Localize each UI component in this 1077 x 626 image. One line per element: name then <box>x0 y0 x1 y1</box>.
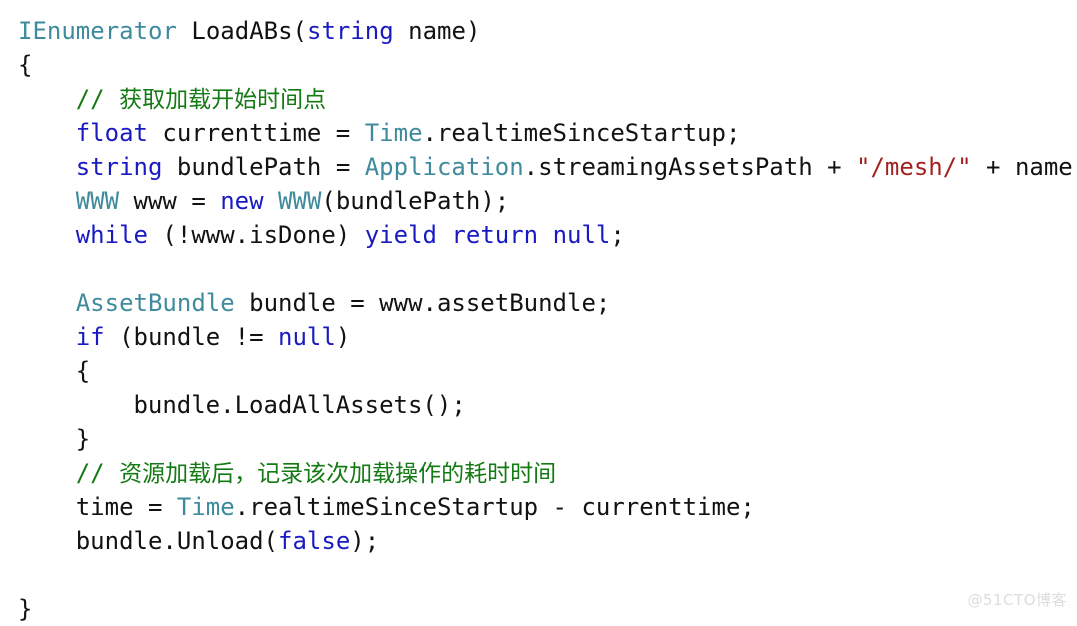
code-line: { <box>18 48 1077 82</box>
code-token-keyword: if <box>75 323 105 351</box>
code-token-plain: name <box>393 17 466 45</box>
code-line: while (!www.isDone) yield return null; <box>18 218 1077 252</box>
code-token-keyword: false <box>278 527 351 555</box>
code-token-keyword: null <box>552 221 611 249</box>
code-token-keyword: float <box>75 119 148 147</box>
code-line: string bundlePath = Application.streamin… <box>18 150 1077 184</box>
code-token-plain: LoadABs <box>176 17 293 45</box>
code-token-punct: ) <box>465 17 481 45</box>
code-line: // 资源加载后，记录该次加载操作的耗时时间 <box>18 456 1077 490</box>
code-line: // 获取加载开始时间点 <box>18 82 1077 116</box>
code-line: bundle.Unload(false); <box>18 524 1077 558</box>
code-token-plain: ); <box>350 527 380 555</box>
code-token-keyword: string <box>75 153 163 181</box>
code-token-type: Time <box>364 119 423 147</box>
code-token-plain: bundle.Unload( <box>75 527 279 555</box>
code-token-plain: (bundlePath); <box>321 187 510 215</box>
code-line: IEnumerator LoadABs(string name) <box>18 14 1077 48</box>
code-token-plain: www = <box>119 187 221 215</box>
code-token-type: IEnumerator <box>18 17 177 45</box>
code-line: if (bundle != null) <box>18 320 1077 354</box>
code-token-plain: currenttime = <box>147 119 365 147</box>
code-token-punct: { <box>18 51 33 79</box>
code-line: bundle.LoadAllAssets(); <box>18 388 1077 422</box>
code-line: } <box>18 422 1077 456</box>
code-token-plain: .streamingAssetsPath + <box>523 153 857 181</box>
code-line: float currenttime = Time.realtimeSinceSt… <box>18 116 1077 150</box>
code-token-keyword: new <box>220 187 264 215</box>
code-token-keyword: string <box>307 17 394 45</box>
code-token-plain: time = <box>75 493 177 521</box>
code-token-type: WWW <box>75 187 120 215</box>
code-token-comment-cjk: 资源加载后，记录该次加载操作的耗时时间 <box>119 461 557 487</box>
code-token-punct: } <box>18 595 33 623</box>
code-token-punct: { <box>75 357 91 385</box>
code-token-keyword: return <box>451 221 539 249</box>
code-line: time = Time.realtimeSinceStartup - curre… <box>18 490 1077 524</box>
code-token-type: WWW <box>278 187 322 215</box>
code-token-plain: (!www.isDone) <box>147 221 365 249</box>
code-token-plain: bundle.LoadAllAssets(); <box>133 391 466 419</box>
watermark: @51CTO博客 <box>967 591 1067 609</box>
code-token-keyword: yield <box>364 221 437 249</box>
code-token-punct: } <box>75 425 91 453</box>
code-line: } <box>18 592 1077 626</box>
code-token-plain: (bundle != <box>104 323 279 351</box>
code-token-comment: // <box>75 85 120 113</box>
code-token-plain: ) <box>335 323 351 351</box>
code-token-comment: // <box>75 459 120 487</box>
code-line: AssetBundle bundle = www.assetBundle; <box>18 286 1077 320</box>
code-line: WWW www = new WWW(bundlePath); <box>18 184 1077 218</box>
code-token-plain: .realtimeSinceStartup; <box>422 119 741 147</box>
code-line: { <box>18 354 1077 388</box>
code-token-plain: bundlePath = <box>162 153 365 181</box>
code-token-comment-cjk: 获取加载开始时间点 <box>119 87 327 113</box>
code-token-plain: ; <box>610 221 625 249</box>
code-viewer: IEnumerator LoadABs(string name){// 获取加载… <box>0 0 1077 623</box>
code-token-plain: + name; <box>971 153 1077 181</box>
code-token-punct: ( <box>292 17 307 45</box>
code-token-keyword: null <box>278 323 336 351</box>
code-token-type: AssetBundle <box>75 289 235 317</box>
code-token-plain: bundle = www.assetBundle; <box>234 289 611 317</box>
code-token-plain: .realtimeSinceStartup - currenttime; <box>234 493 755 521</box>
code-token-keyword: while <box>75 221 148 249</box>
code-token-type: Time <box>176 493 235 521</box>
code-lines: IEnumerator LoadABs(string name){// 获取加载… <box>18 14 1077 626</box>
code-token-string: "/mesh/" <box>856 153 972 181</box>
code-token-type: Application <box>364 153 524 181</box>
